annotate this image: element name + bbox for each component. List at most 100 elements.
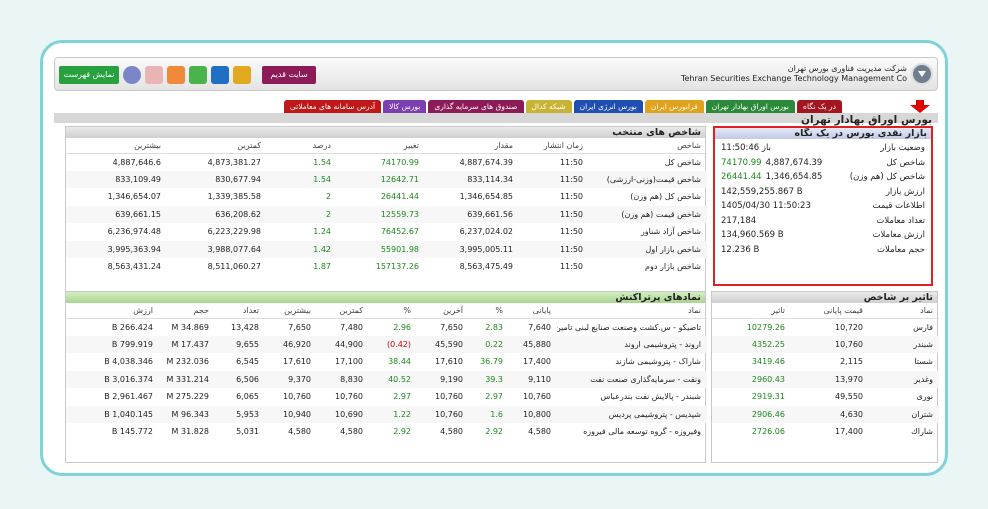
index-percent: 2 <box>267 205 337 223</box>
table-row[interactable]: شاخص قیمت(وزنی-ارزشی) 11:50 833,114.34 1264… <box>66 170 707 188</box>
trade-value: 266.424 B <box>111 322 153 332</box>
old-site-button[interactable]: سایت قدیم <box>262 66 316 84</box>
col-close-pct[interactable]: % <box>469 303 509 319</box>
index-name[interactable]: شاخص آزاد شناور <box>589 223 707 241</box>
symbol-name[interactable]: شپدیس - پتروشیمی پردیس <box>557 405 707 423</box>
col-value-b[interactable]: ارزش <box>66 303 159 319</box>
index-max: 833,109.49 <box>66 170 167 188</box>
index-value: 1,346,654.85 <box>459 192 513 202</box>
effect-symbol[interactable]: شستا <box>869 353 939 371</box>
index-name[interactable]: شاخص کل <box>589 153 707 171</box>
index-name[interactable]: شاخص قیمت (هم وزن) <box>589 205 707 223</box>
index-name[interactable]: شاخص بازار اول <box>589 240 707 258</box>
tab-ifb[interactable]: فرابورس ایران <box>644 100 704 113</box>
index-min: 1,339,385.58 <box>207 192 261 202</box>
market-value: 12.236 B <box>721 244 760 255</box>
table-row[interactable]: شاخص بازار دوم 11:50 8,563,475.49 157137.26… <box>66 258 707 276</box>
table-row[interactable]: شاخص آزاد شناور 11:50 6,237,024.02 76452.67… <box>66 223 707 241</box>
tab-codal[interactable]: شبکه کدال <box>525 100 572 113</box>
tab-commodity-exchange[interactable]: بورس کالا <box>383 100 427 113</box>
table-row[interactable]: ونفت - سرمایه‌گذاری صنعت نفت 9,110 39.3 9,1… <box>66 370 707 388</box>
market-row: 217,184 تعداد معاملات <box>715 214 931 229</box>
col-effect-symbol[interactable]: نماد <box>869 303 939 319</box>
high-price: 4,580 <box>288 427 311 437</box>
col-last-pct[interactable]: % <box>369 303 417 319</box>
col-max[interactable]: بیشترین <box>66 138 167 154</box>
table-row[interactable]: شپدیس - پتروشیمی پردیس 10,800 1.6 10,760 1.2… <box>66 405 707 423</box>
market-label: تعداد معاملات <box>876 215 925 226</box>
col-count[interactable]: تعداد <box>215 303 265 319</box>
trade-value: 2,961.467 B <box>104 392 153 402</box>
symbol-name[interactable]: تاصیکو - س.کشت وصنعت صنایع لبنی تامین <box>557 318 707 336</box>
col-percent[interactable]: درصد <box>267 138 337 154</box>
effect-symbol[interactable]: شاراك <box>869 423 939 441</box>
col-close[interactable]: پایانی <box>509 303 557 319</box>
effect-symbol[interactable]: فارس <box>869 318 939 336</box>
table-row[interactable]: اروند - پتروشیمی اروند 45,880 0.22 45,590 (0… <box>66 335 707 353</box>
table-row[interactable]: شاراك 17,400 2726.06 <box>712 423 939 441</box>
tab-at-a-glance[interactable]: در یک نگاه <box>797 100 842 113</box>
col-index[interactable]: شاخص <box>589 138 707 154</box>
col-min[interactable]: کمترین <box>167 138 267 154</box>
table-row[interactable]: شاخص کل (هم وزن) 11:50 1,346,654.85 26441.4… <box>66 188 707 206</box>
table-row[interactable]: شاراک - پتروشیمی شازند 17,400 36.79 17,610 3… <box>66 353 707 371</box>
market-value-wrap: 142,559,255.867 B <box>721 185 803 200</box>
index-change: 26441.44 <box>380 192 419 202</box>
grid-icon[interactable] <box>233 66 251 84</box>
table-row[interactable]: تاصیکو - س.کشت وصنعت صنایع لبنی تامین 7,6… <box>66 318 707 336</box>
table-row[interactable]: نوری 49,550 2919.31 <box>712 388 939 406</box>
symbol-name[interactable]: وفیروزه - گروه توسعه مالی فیروزه <box>557 423 707 441</box>
high-price: 9,370 <box>265 370 317 388</box>
effect-symbol[interactable]: نوری <box>869 388 939 406</box>
tab-energy-exchange[interactable]: بورس انرژی ایران <box>573 100 643 113</box>
symbol-name[interactable]: ونفت - سرمایه‌گذاری صنعت نفت <box>557 370 707 388</box>
trade-volume: 232.036 M <box>166 357 209 367</box>
col-value[interactable]: مقدار <box>425 138 519 154</box>
index-name[interactable]: شاخص کل (هم وزن) <box>589 188 707 206</box>
col-effect-close[interactable]: قیمت پایانی <box>791 303 869 319</box>
table-icon[interactable] <box>167 66 185 84</box>
index-name[interactable]: شاخص قیمت(وزنی-ارزشی) <box>589 170 707 188</box>
trade-value: 799.919 B <box>66 335 159 353</box>
table-row[interactable]: وغدیر 13,970 2960.43 <box>712 370 939 388</box>
col-high[interactable]: بیشترین <box>265 303 317 319</box>
col-last[interactable]: آخرین <box>417 303 469 319</box>
table-row[interactable]: شبندر - پالایش نفت بندرعباس 10,760 2.97 10,… <box>66 388 707 406</box>
col-volume[interactable]: حجم <box>159 303 215 319</box>
tab-trading-systems[interactable]: آدرس سامانه های معاملاتی <box>283 100 382 113</box>
market-row: 1405/04/30 11:50:23 اطلاعات قیمت <box>715 199 931 214</box>
home-icon[interactable] <box>145 66 163 84</box>
high-price: 10,940 <box>265 405 317 423</box>
search-icon[interactable] <box>189 66 207 84</box>
table-row[interactable]: شاخص قیمت (هم وزن) 11:50 639,661.56 12559.7… <box>66 205 707 223</box>
tab-tehran-stock-exchange[interactable]: بورس اوراق بهادار تهران <box>705 100 796 113</box>
trade-count: 5,031 <box>236 427 259 437</box>
table-row[interactable]: شاخص بازار اول 11:50 3,995,005.11 55901.98 1… <box>66 240 707 258</box>
symbol-name[interactable]: شاراک - پتروشیمی شازند <box>557 353 707 371</box>
table-row[interactable]: وفیروزه - گروه توسعه مالی فیروزه 4,580 2.9… <box>66 423 707 441</box>
index-name[interactable]: شاخص بازار دوم <box>589 258 707 276</box>
col-change[interactable]: تغییر <box>337 138 425 154</box>
table-row[interactable]: شستا 2,115 3419.46 <box>712 353 939 371</box>
tsetmc-logo-icon[interactable] <box>911 63 933 85</box>
globe-icon[interactable] <box>123 66 141 84</box>
col-low[interactable]: کمترین <box>317 303 369 319</box>
trade-volume: 17.437 M <box>159 335 215 353</box>
col-symbol[interactable]: نماد <box>557 303 707 319</box>
table-row[interactable]: شتران 4,630 2906.46 <box>712 405 939 423</box>
effect-symbol[interactable]: شتران <box>869 405 939 423</box>
table-row[interactable]: فارس 10,720 10279.26 <box>712 318 939 336</box>
chart-icon[interactable] <box>211 66 229 84</box>
effect-symbol[interactable]: وغدیر <box>869 370 939 388</box>
symbol-name[interactable]: اروند - پتروشیمی اروند <box>557 335 707 353</box>
table-row[interactable]: شبندر 10,760 4352.25 <box>712 335 939 353</box>
col-time[interactable]: زمان انتشار <box>519 138 589 154</box>
table-row[interactable]: شاخص کل 11:50 4,887,674.39 74170.99 1.54 4,87… <box>66 153 707 171</box>
close-percent: 39.3 <box>469 370 509 388</box>
col-effect-impact[interactable]: تاثیر <box>712 303 791 319</box>
tab-investment-funds[interactable]: صندوق های سرمایه گذاری <box>428 100 524 113</box>
market-label: وضعیت بازار <box>880 143 925 153</box>
effect-symbol[interactable]: شبندر <box>869 335 939 353</box>
symbol-name[interactable]: شبندر - پالایش نفت بندرعباس <box>557 388 707 406</box>
show-menu-button[interactable]: نمایش فهرست <box>59 66 119 84</box>
